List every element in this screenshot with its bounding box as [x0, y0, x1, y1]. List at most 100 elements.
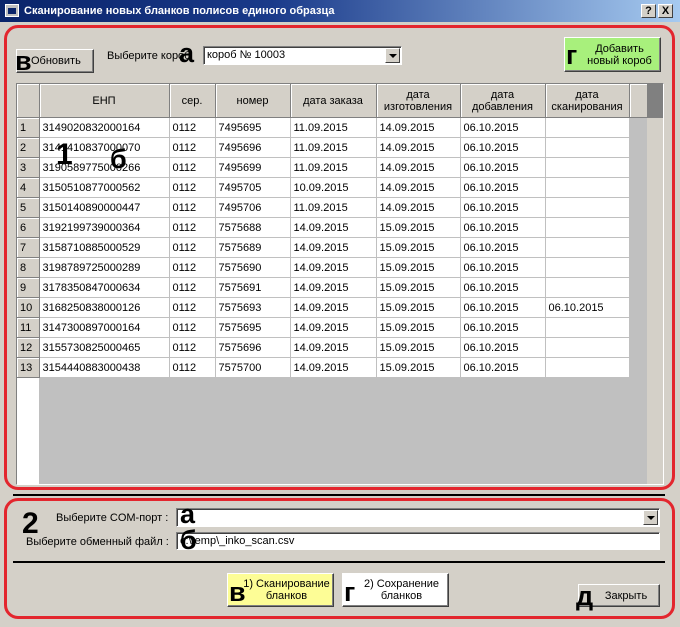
table-row[interactable]: 11 3147300897000164 0112 7575695 14.09.2015 1… — [17, 317, 647, 338]
cell-scanned-date[interactable] — [545, 117, 630, 138]
exchange-file-input[interactable]: c:\temp\_inko_scan.csv — [176, 532, 660, 550]
cell-order-date[interactable]: 14.09.2015 — [290, 357, 377, 378]
cell-enp[interactable]: 3154440883000438 — [39, 357, 170, 378]
cell-series[interactable]: 0112 — [169, 197, 216, 218]
row-header[interactable]: 6 — [17, 217, 40, 238]
cell-added-date[interactable]: 06.10.2015 — [460, 137, 546, 158]
table-row[interactable]: 8 3198789725000289 0112 7575690 14.09.2015 15… — [17, 257, 647, 278]
cell-series[interactable]: 0112 — [169, 137, 216, 158]
cell-made-date[interactable]: 15.09.2015 — [376, 217, 461, 238]
cell-order-date[interactable]: 14.09.2015 — [290, 317, 377, 338]
cell-number[interactable]: 7575693 — [215, 297, 291, 318]
cell-added-date[interactable]: 06.10.2015 — [460, 277, 546, 298]
cell-number[interactable]: 7575688 — [215, 217, 291, 238]
cell-order-date[interactable]: 14.09.2015 — [290, 297, 377, 318]
cell-number[interactable]: 7495699 — [215, 157, 291, 178]
cell-added-date[interactable]: 06.10.2015 — [460, 297, 546, 318]
cell-added-date[interactable]: 06.10.2015 — [460, 177, 546, 198]
table-row[interactable]: 6 3192199739000364 0112 7575688 14.09.2015 15… — [17, 217, 647, 238]
cell-number[interactable]: 7495695 — [215, 117, 291, 138]
column-header-series[interactable]: сер. — [169, 84, 216, 118]
cell-order-date[interactable]: 11.09.2015 — [290, 157, 377, 178]
cell-series[interactable]: 0112 — [169, 317, 216, 338]
row-header[interactable]: 9 — [17, 277, 40, 298]
cell-added-date[interactable]: 06.10.2015 — [460, 117, 546, 138]
cell-enp[interactable]: 3155730825000465 — [39, 337, 170, 358]
cell-added-date[interactable]: 06.10.2015 — [460, 257, 546, 278]
close-window-button[interactable]: X — [658, 4, 673, 18]
cell-scanned-date[interactable] — [545, 177, 630, 198]
row-header[interactable]: 7 — [17, 237, 40, 258]
row-header[interactable]: 3 — [17, 157, 40, 178]
cell-made-date[interactable]: 15.09.2015 — [376, 357, 461, 378]
cell-series[interactable]: 0112 — [169, 297, 216, 318]
cell-enp[interactable]: 3149020832000164 — [39, 117, 170, 138]
cell-series[interactable]: 0112 — [169, 177, 216, 198]
cell-series[interactable]: 0112 — [169, 337, 216, 358]
cell-made-date[interactable]: 15.09.2015 — [376, 297, 461, 318]
table-row[interactable]: 10 3168250838000126 0112 7575693 14.09.2015 1… — [17, 297, 647, 318]
column-header-scanned-date[interactable]: дата сканирования — [545, 84, 630, 118]
cell-scanned-date[interactable] — [545, 257, 630, 278]
cell-number[interactable]: 7575695 — [215, 317, 291, 338]
cell-order-date[interactable]: 11.09.2015 — [290, 197, 377, 218]
cell-scanned-date[interactable] — [545, 237, 630, 258]
cell-number[interactable]: 7575689 — [215, 237, 291, 258]
cell-made-date[interactable]: 14.09.2015 — [376, 197, 461, 218]
cell-added-date[interactable]: 06.10.2015 — [460, 317, 546, 338]
column-header-order-date[interactable]: дата заказа — [290, 84, 377, 118]
cell-enp[interactable]: 3178350847000634 — [39, 277, 170, 298]
column-header-number[interactable]: номер — [215, 84, 291, 118]
help-button[interactable]: ? — [641, 4, 656, 18]
cell-made-date[interactable]: 15.09.2015 — [376, 337, 461, 358]
column-header-added-date[interactable]: дата добавления — [460, 84, 546, 118]
cell-order-date[interactable]: 14.09.2015 — [290, 217, 377, 238]
column-header-enp[interactable]: ЕНП — [39, 84, 170, 118]
cell-enp[interactable]: 3192199739000364 — [39, 217, 170, 238]
cell-scanned-date[interactable] — [545, 217, 630, 238]
cell-number[interactable]: 7495706 — [215, 197, 291, 218]
cell-scanned-date[interactable] — [545, 197, 630, 218]
cell-scanned-date[interactable] — [545, 317, 630, 338]
cell-series[interactable]: 0112 — [169, 237, 216, 258]
cell-order-date[interactable]: 10.09.2015 — [290, 177, 377, 198]
chevron-down-icon[interactable] — [385, 48, 400, 63]
cell-enp[interactable]: 3198789725000289 — [39, 257, 170, 278]
cell-added-date[interactable]: 06.10.2015 — [460, 337, 546, 358]
column-header-made-date[interactable]: дата изготовления — [376, 84, 461, 118]
cell-number[interactable]: 7575690 — [215, 257, 291, 278]
cell-number[interactable]: 7575696 — [215, 337, 291, 358]
cell-series[interactable]: 0112 — [169, 357, 216, 378]
cell-made-date[interactable]: 14.09.2015 — [376, 137, 461, 158]
table-row[interactable]: 9 3178350847000634 0112 7575691 14.09.2015 15… — [17, 277, 647, 298]
save-button[interactable]: 2) Сохранение бланков — [342, 573, 449, 607]
row-header[interactable]: 1 — [17, 117, 40, 138]
table-row[interactable]: 1 3149020832000164 0112 7495695 11.09.2015 14… — [17, 117, 647, 138]
cell-made-date[interactable]: 15.09.2015 — [376, 317, 461, 338]
cell-made-date[interactable]: 15.09.2015 — [376, 277, 461, 298]
table-row[interactable]: 13 3154440883000438 0112 7575700 14.09.2015 1… — [17, 357, 647, 378]
add-box-button[interactable]: Добавить новый короб — [564, 37, 661, 72]
row-header[interactable]: 10 — [17, 297, 40, 318]
cell-enp[interactable]: 3150140890000447 — [39, 197, 170, 218]
cell-series[interactable]: 0112 — [169, 217, 216, 238]
cell-enp[interactable]: 3158710885000529 — [39, 237, 170, 258]
cell-added-date[interactable]: 06.10.2015 — [460, 237, 546, 258]
row-header[interactable]: 4 — [17, 177, 40, 198]
cell-series[interactable]: 0112 — [169, 257, 216, 278]
cell-enp[interactable]: 3150510877000562 — [39, 177, 170, 198]
cell-order-date[interactable]: 14.09.2015 — [290, 337, 377, 358]
cell-number[interactable]: 7575691 — [215, 277, 291, 298]
com-port-select[interactable] — [176, 508, 660, 527]
cell-made-date[interactable]: 14.09.2015 — [376, 117, 461, 138]
cell-scanned-date[interactable]: 06.10.2015 — [545, 297, 630, 318]
cell-enp[interactable]: 3168250838000126 — [39, 297, 170, 318]
cell-series[interactable]: 0112 — [169, 277, 216, 298]
cell-made-date[interactable]: 15.09.2015 — [376, 257, 461, 278]
row-header[interactable]: 5 — [17, 197, 40, 218]
cell-added-date[interactable]: 06.10.2015 — [460, 357, 546, 378]
table-row[interactable]: 12 3155730825000465 0112 7575696 14.09.2015 1… — [17, 337, 647, 358]
cell-order-date[interactable]: 14.09.2015 — [290, 237, 377, 258]
cell-number[interactable]: 7575700 — [215, 357, 291, 378]
cell-added-date[interactable]: 06.10.2015 — [460, 197, 546, 218]
